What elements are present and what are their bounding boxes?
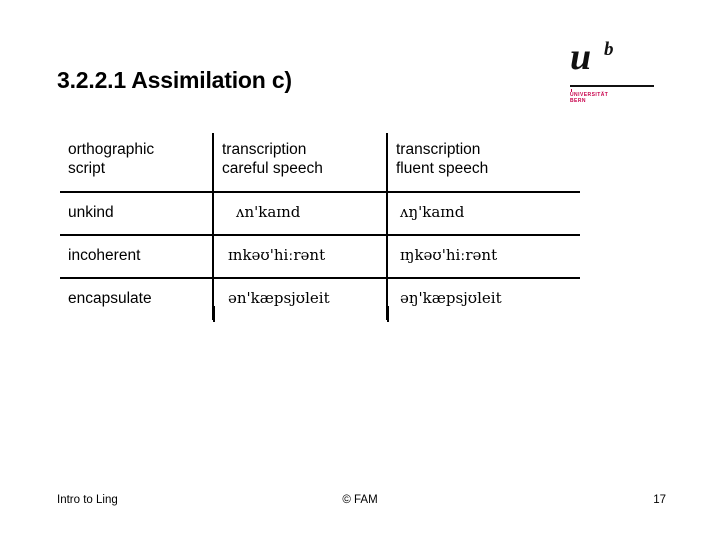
cell-fluent-speech-text: ʌŋ'kaɪnd	[400, 203, 465, 221]
column-header-orthographic-script: orthographic script	[60, 133, 214, 193]
table-row: unkind ʌn'kaɪnd ʌŋ'kaɪnd	[60, 192, 580, 236]
column-header-line1: transcription	[222, 141, 307, 158]
column-header-line2: script	[68, 160, 106, 177]
cell-orthographic: incoherent	[60, 235, 214, 279]
logo-wordmark-line2: BERN	[570, 98, 586, 105]
cell-careful-speech: ʌn'kaɪnd	[213, 192, 388, 236]
column-header-transcription-careful: transcription careful speech	[213, 133, 388, 193]
page-title: 3.2.2.1 Assimilation c)	[57, 67, 292, 93]
table-row: encapsulate ən'kæpsjʊleit əŋ'kæpsjʊleit	[60, 278, 580, 320]
cell-careful-speech: ən'kæpsjʊleit	[213, 278, 388, 320]
logo-wordmark: UNIVERSITÄT BERN	[570, 92, 660, 105]
logo-letter-b-superscript: b	[604, 39, 614, 60]
table-header: orthographic script transcription carefu…	[60, 133, 580, 193]
cell-careful-speech: ɪnkəʊ'hiːrənt	[213, 235, 388, 279]
cell-orthographic-text: encapsulate	[68, 290, 152, 307]
column-header-line2: careful speech	[222, 160, 323, 177]
cell-orthographic-text: incoherent	[68, 247, 141, 264]
cell-careful-speech-text: ʌn'kaɪnd	[236, 203, 301, 221]
cell-orthographic-text: unkind	[68, 204, 114, 221]
table-body: unkind ʌn'kaɪnd ʌŋ'kaɪnd incoherent ɪnkə…	[60, 192, 580, 320]
cell-fluent-speech-text: əŋ'kæpsjʊleit	[400, 289, 502, 307]
university-logo: u b UNIVERSITÄT BERN	[566, 38, 686, 116]
slide-canvas: u b UNIVERSITÄT BERN 3.2.2.1 Assimilatio…	[0, 0, 720, 540]
column-header-line1: orthographic	[68, 141, 155, 158]
cell-fluent-speech: əŋ'kæpsjʊleit	[387, 278, 580, 320]
footer-page-number: 17	[653, 494, 666, 506]
logo-divider-rule	[570, 85, 654, 87]
slide-footer: Intro to Ling © FAM 17	[0, 492, 720, 512]
cell-orthographic: unkind	[60, 192, 214, 236]
cell-fluent-speech-text: ɪŋkəʊ'hiːrənt	[400, 246, 498, 264]
assimilation-table: orthographic script transcription carefu…	[60, 133, 580, 320]
column-divider-tail-1	[213, 306, 215, 322]
column-header-transcription-fluent: transcription fluent speech	[387, 133, 580, 193]
cell-orthographic: encapsulate	[60, 278, 214, 320]
assimilation-table-wrapper: orthographic script transcription carefu…	[60, 133, 580, 322]
column-header-line1: transcription	[396, 141, 481, 158]
cell-fluent-speech: ʌŋ'kaɪnd	[387, 192, 580, 236]
column-header-line2: fluent speech	[396, 160, 489, 177]
column-divider-tail-2	[387, 306, 389, 322]
logo-letter-u: u	[570, 36, 592, 78]
footer-copyright: © FAM	[342, 494, 378, 506]
cell-careful-speech-text: ɪnkəʊ'hiːrənt	[228, 246, 326, 264]
table-row: incoherent ɪnkəʊ'hiːrənt ɪŋkəʊ'hiːrənt	[60, 235, 580, 279]
table-header-row: orthographic script transcription carefu…	[60, 133, 580, 193]
cell-fluent-speech: ɪŋkəʊ'hiːrənt	[387, 235, 580, 279]
cell-careful-speech-text: ən'kæpsjʊleit	[228, 289, 330, 307]
